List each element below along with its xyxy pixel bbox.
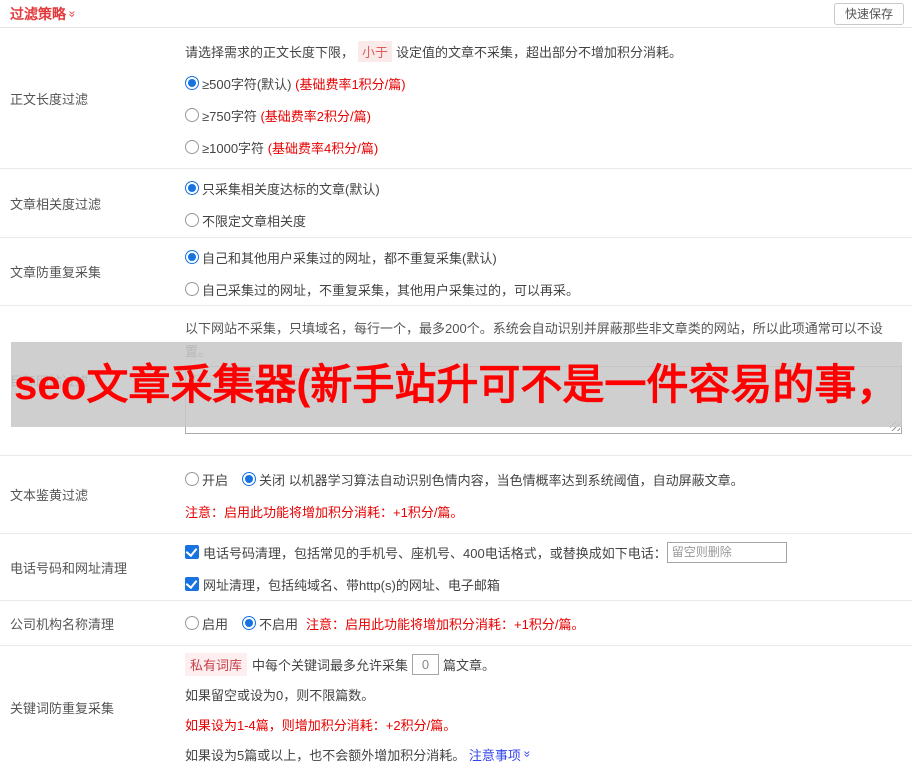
checkbox-checked-icon-phone[interactable] xyxy=(185,545,199,559)
page-header: 过滤策略 » 快速保存 xyxy=(0,0,912,28)
row-label: 关键词防重复采集 xyxy=(10,700,115,716)
row-label: 正文长度过滤 xyxy=(10,91,89,107)
radio-icon[interactable] xyxy=(185,213,199,227)
row-label: 电话号码和网址清理 xyxy=(10,560,128,576)
length-option-500[interactable]: ≥500字符(默认) (基础费率1积分/篇) xyxy=(185,67,904,99)
length-filter-intro: 请选择需求的正文长度下限， 小于 设定值的文章不采集，超出部分不增加积分消耗。 xyxy=(185,35,904,67)
quick-save-button[interactable]: 快速保存 xyxy=(833,2,904,25)
row-label: 文章防重复采集 xyxy=(10,265,102,280)
radio-selected-icon[interactable] xyxy=(185,181,199,195)
porn-on-label[interactable]: 开启 xyxy=(202,470,228,489)
row-keyword-dedup: 关键词防重复采集 私有词库 中每个关键词最多允许采集 篇文章。 如果留空或设为0… xyxy=(0,645,912,768)
checkbox-checked-icon-url[interactable] xyxy=(185,577,199,591)
porn-off-label[interactable]: 关闭 xyxy=(259,470,285,489)
relevance-option-strict[interactable]: 只采集相关度达标的文章(默认) xyxy=(185,172,904,204)
row-company-clean: 公司机构名称清理 启用 不启用 注意：启用此功能将增加积分消耗：+1积分/篇。 xyxy=(0,600,912,645)
radio-icon[interactable] xyxy=(185,282,199,296)
porn-desc: 以机器学习算法自动识别色情内容，当色情概率达到系统阈值，自动屏蔽文章。 xyxy=(288,472,744,488)
length-option-1000[interactable]: ≥1000字符 (基础费率4积分/篇) xyxy=(185,131,904,163)
radio-icon-enable[interactable] xyxy=(185,616,199,630)
keyword-note-unlimited: 如果留空或设为0，则不限篇数。 xyxy=(185,687,375,703)
notice-link[interactable]: 注意事项 » xyxy=(469,745,535,764)
row-label: 公司机构名称清理 xyxy=(10,616,115,632)
keyword-note-fee: 如果设为1-4篇，则增加积分消耗：+2积分/篇。 xyxy=(185,717,457,733)
radio-icon[interactable] xyxy=(185,140,199,154)
highlight-lessthan: 小于 xyxy=(358,40,393,62)
fee-note: (基础费率1积分/篇) xyxy=(295,76,406,92)
row-relevance-filter: 文章相关度过滤 只采集相关度达标的文章(默认) 不限定文章相关度 xyxy=(0,168,912,237)
relevance-option-any[interactable]: 不限定文章相关度 xyxy=(185,204,904,236)
company-fee-note: 注意：启用此功能将增加积分消耗：+1积分/篇。 xyxy=(306,616,585,632)
filter-strategy-page: 过滤策略 » 快速保存 正文长度过滤 请选择需求的正文长度下限， 小于 设定值的… xyxy=(0,0,912,768)
url-clean-label: 网址清理，包括纯域名、带http(s)的网址、电子邮箱 xyxy=(203,577,500,593)
radio-selected-icon-off[interactable] xyxy=(242,472,257,486)
page-title-text: 过滤策略 xyxy=(10,5,66,22)
radio-icon-on[interactable] xyxy=(185,472,199,486)
private-thesaurus-badge[interactable]: 私有词库 xyxy=(185,652,248,676)
radio-selected-icon[interactable] xyxy=(185,76,199,90)
max-articles-input[interactable] xyxy=(412,653,440,675)
row-label: 文本鉴黄过滤 xyxy=(10,488,89,503)
watermark-banner: seo文章采集器(新手站升可不是一件容易的事， xyxy=(11,342,902,427)
length-option-750[interactable]: ≥750字符 (基础费率2积分/篇) xyxy=(185,99,904,131)
phone-clean-label: 电话号码清理，包括常见的手机号、座机号、400电话格式，或替换成如下电话： xyxy=(203,545,667,561)
keyword-note-5plus: 如果设为5篇或以上，也不会额外增加积分消耗。 xyxy=(185,747,466,763)
double-chevron-down-icon: » xyxy=(520,750,535,758)
radio-icon[interactable] xyxy=(185,108,199,122)
row-label: 文章相关度过滤 xyxy=(10,196,102,212)
watermark-text: seo文章采集器(新手站升可不是一件容易的事， xyxy=(14,361,899,408)
replacement-phone-input[interactable] xyxy=(666,541,787,563)
radio-selected-icon[interactable] xyxy=(185,250,199,264)
row-porn-filter: 文本鉴黄过滤 开启 关闭 以机器学习算法自动识别色情内容，当色情概率达到系统阈值… xyxy=(0,455,912,533)
dedup-option-global[interactable]: 自己和其他用户采集过的网址，都不重复采集(默认) xyxy=(185,241,904,273)
double-chevron-down-icon: » xyxy=(65,10,80,17)
porn-fee-note: 注意：启用此功能将增加积分消耗：+1积分/篇。 xyxy=(185,504,464,520)
row-phone-url-clean: 电话号码和网址清理 电话号码清理，包括常见的手机号、座机号、400电话格式，或替… xyxy=(0,533,912,600)
company-off-label[interactable]: 不启用 xyxy=(259,614,298,633)
company-on-label[interactable]: 启用 xyxy=(202,614,228,633)
page-title[interactable]: 过滤策略 » xyxy=(10,4,80,24)
radio-selected-icon-disable[interactable] xyxy=(242,616,257,630)
fee-note: (基础费率2积分/篇) xyxy=(260,108,371,124)
dedup-option-self[interactable]: 自己采集过的网址，不重复采集，其他用户采集过的，可以再采。 xyxy=(185,273,904,305)
row-dedup-collect: 文章防重复采集 自己和其他用户采集过的网址，都不重复采集(默认) 自己采集过的网… xyxy=(0,237,912,305)
fee-note: (基础费率4积分/篇) xyxy=(267,140,379,156)
row-text-length-filter: 正文长度过滤 请选择需求的正文长度下限， 小于 设定值的文章不采集，超出部分不增… xyxy=(0,28,912,168)
